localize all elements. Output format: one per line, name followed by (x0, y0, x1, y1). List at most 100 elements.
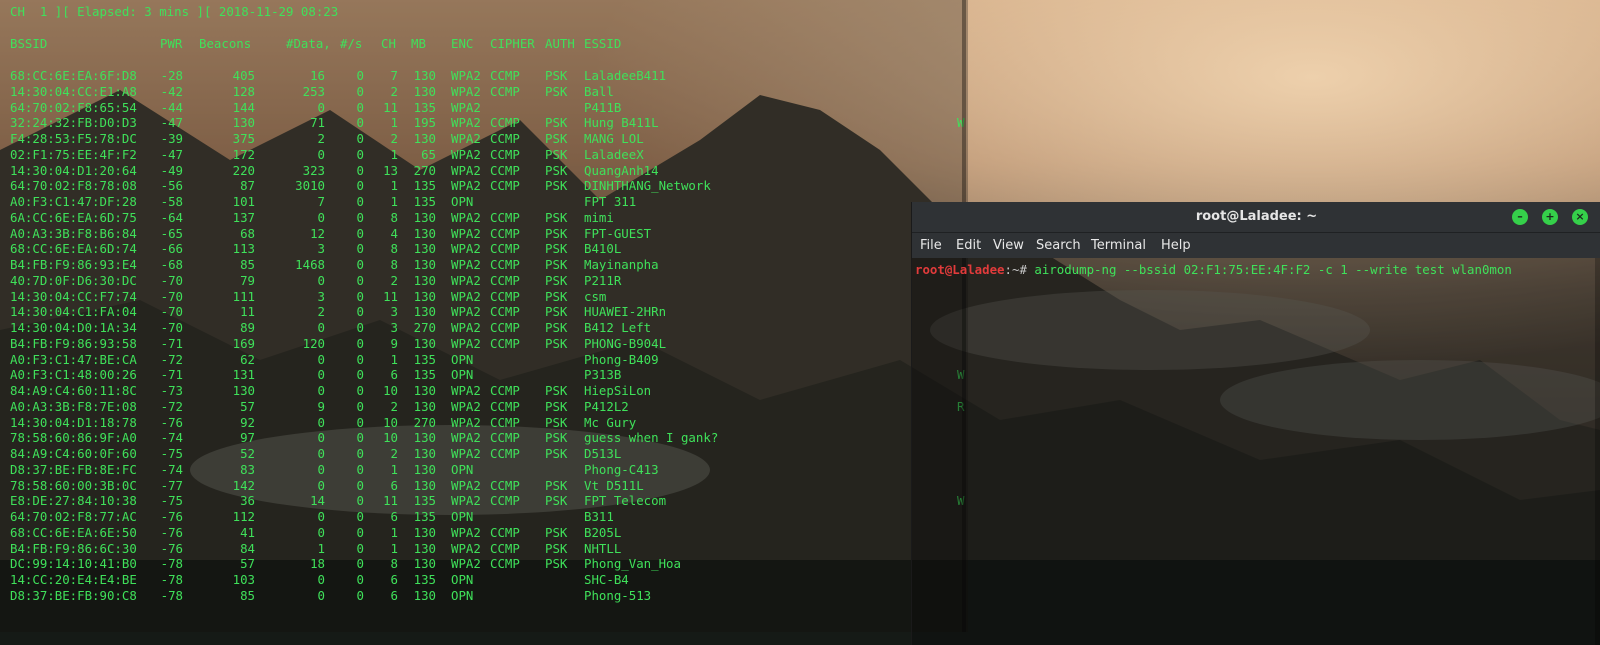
cell-cipher: CCMP (490, 493, 520, 509)
table-row: A0:F3:C1:48:00:26 -71 131 0 0 6 135 OPN P313B (0, 367, 968, 383)
cell-bssid: F4:28:53:F5:78:DC (10, 131, 137, 146)
cell-essid: B205L (584, 524, 622, 540)
cell-mb: 130 (413, 383, 436, 398)
cell-data: 0 (317, 461, 325, 477)
cell-pwr: -71 (160, 335, 183, 351)
header-pwr: PWR (160, 36, 183, 51)
menu-search[interactable]: Search (1036, 233, 1081, 258)
cell-enc: WPA2 (451, 178, 481, 194)
prompt-path: :~# (1004, 262, 1027, 277)
cell-data: 0 (317, 209, 325, 225)
cell-bssid: A0:F3:C1:48:00:26 (10, 367, 137, 383)
table-row: 68:CC:6E:EA:6E:50 -76 41 0 0 1 130 WPA2 CCMP PSK B… (0, 525, 968, 541)
header-data: #Data, (286, 36, 331, 51)
cell-enc: WPA2 (451, 304, 481, 320)
cell-channel: 9 (390, 335, 398, 351)
cell-data: 1468 (295, 257, 325, 272)
cell-per-sec: 0 (356, 225, 364, 241)
cell-enc: WPA2 (451, 493, 481, 509)
cell-channel: 2 (390, 131, 398, 146)
cell-per-sec: 0 (356, 335, 364, 351)
cell-mb: 130 (413, 131, 436, 146)
cell-channel: 3 (390, 304, 398, 320)
table-row: B4:FB:F9:86:6C:30 -76 84 1 0 1 130 WPA2 CCMP PSK N… (0, 541, 968, 557)
cell-data: 0 (317, 272, 325, 288)
cell-bssid: D8:37:BE:FB:90:C8 (10, 587, 137, 603)
airodump-terminal[interactable]: CH 1 ][ Elapsed: 3 mins ][ 2018-11-29 08… (0, 0, 968, 632)
cell-pwr: -77 (160, 477, 183, 493)
terminal-window[interactable]: root@Laladee: ~ – + × File Edit View Sea… (911, 202, 1600, 645)
cell-channel: 6 (390, 367, 398, 383)
cell-data: 0 (317, 572, 325, 587)
cell-channel: 11 (383, 288, 398, 304)
right-scrollbar[interactable] (1595, 258, 1600, 645)
maximize-button[interactable]: + (1542, 209, 1558, 225)
cell-per-sec: 0 (356, 162, 364, 178)
cell-enc: WPA2 (451, 335, 481, 351)
cell-cipher: CCMP (490, 414, 520, 430)
cell-cipher: CCMP (490, 146, 520, 162)
cell-channel: 3 (390, 320, 398, 335)
cell-pwr: -39 (160, 131, 183, 146)
title-bar[interactable]: root@Laladee: ~ – + × (912, 202, 1600, 233)
cell-beacons: 128 (232, 83, 255, 99)
terminal-content[interactable]: root@Laladee:~# airodump-ng --bssid 02:F… (912, 258, 1600, 645)
cell-essid: QuangAnh14 (584, 162, 659, 178)
cell-essid: D513L (584, 446, 622, 461)
menu-edit[interactable]: Edit (956, 233, 981, 258)
cell-auth: PSK (545, 383, 568, 398)
table-row: 14:30:04:CC:F7:74 -70 111 3 0 11 130 WPA2 CCMP PS… (0, 289, 968, 305)
cell-auth: PSK (545, 398, 568, 414)
menu-view[interactable]: View (993, 233, 1024, 258)
cell-beacons: 113 (232, 241, 255, 257)
cell-mb: 130 (413, 225, 436, 241)
cell-channel: 6 (390, 477, 398, 493)
table-row: B4:FB:F9:86:93:58 -71 169 120 0 9 130 WPA2 CCMP P… (0, 336, 968, 352)
cell-channel: 1 (390, 524, 398, 540)
cell-pwr: -78 (160, 556, 183, 572)
cell-cipher: CCMP (490, 257, 520, 272)
cell-beacons: 131 (232, 367, 255, 383)
cell-auth: PSK (545, 83, 568, 99)
cell-essid: HiepSiLon (584, 383, 652, 398)
cell-essid: csm (584, 288, 607, 304)
menu-terminal[interactable]: Terminal (1091, 233, 1146, 258)
cell-mb: 130 (413, 335, 436, 351)
close-button[interactable]: × (1572, 209, 1588, 225)
cell-channel: 1 (390, 351, 398, 367)
cell-beacons: 101 (232, 194, 255, 209)
cell-auth: PSK (545, 524, 568, 540)
table-row: 14:30:04:D1:18:78 -76 92 0 0 10 270 WPA2 CCMP PSK… (0, 415, 968, 431)
cell-per-sec: 0 (356, 446, 364, 461)
cell-cipher: CCMP (490, 241, 520, 257)
cell-mb: 135 (413, 99, 436, 115)
menu-help[interactable]: Help (1161, 233, 1191, 258)
status-line: CH 1 ][ Elapsed: 3 mins ][ 2018-11-29 08… (10, 4, 339, 19)
cell-cipher: CCMP (490, 272, 520, 288)
cell-essid: NHTLL (584, 540, 622, 556)
minimize-button[interactable]: – (1512, 209, 1528, 225)
cell-pwr: -47 (160, 115, 183, 131)
cell-pwr: -44 (160, 99, 183, 115)
prompt-user: root@Laladee (915, 262, 1005, 277)
cell-cipher: CCMP (490, 335, 520, 351)
cell-per-sec: 0 (356, 272, 364, 288)
cell-data: 0 (317, 414, 325, 430)
cell-mb: 130 (413, 257, 436, 272)
menu-file[interactable]: File (920, 233, 942, 258)
cell-essid: B412 Left (584, 320, 652, 335)
cell-cipher: CCMP (490, 383, 520, 398)
cell-bssid: E8:DE:27:84:10:38 (10, 493, 137, 509)
cell-bssid: 14:30:04:C1:FA:04 (10, 304, 137, 320)
cell-beacons: 11 (240, 304, 255, 320)
cell-auth: PSK (545, 162, 568, 178)
cell-enc: WPA2 (451, 540, 481, 556)
cell-cipher: CCMP (490, 131, 520, 146)
cell-beacons: 111 (232, 288, 255, 304)
cell-data: 14 (310, 493, 325, 509)
cell-per-sec: 0 (356, 288, 364, 304)
cell-data: 0 (317, 524, 325, 540)
cell-channel: 2 (390, 272, 398, 288)
cell-pwr: -74 (160, 461, 183, 477)
cell-per-sec: 0 (356, 320, 364, 335)
